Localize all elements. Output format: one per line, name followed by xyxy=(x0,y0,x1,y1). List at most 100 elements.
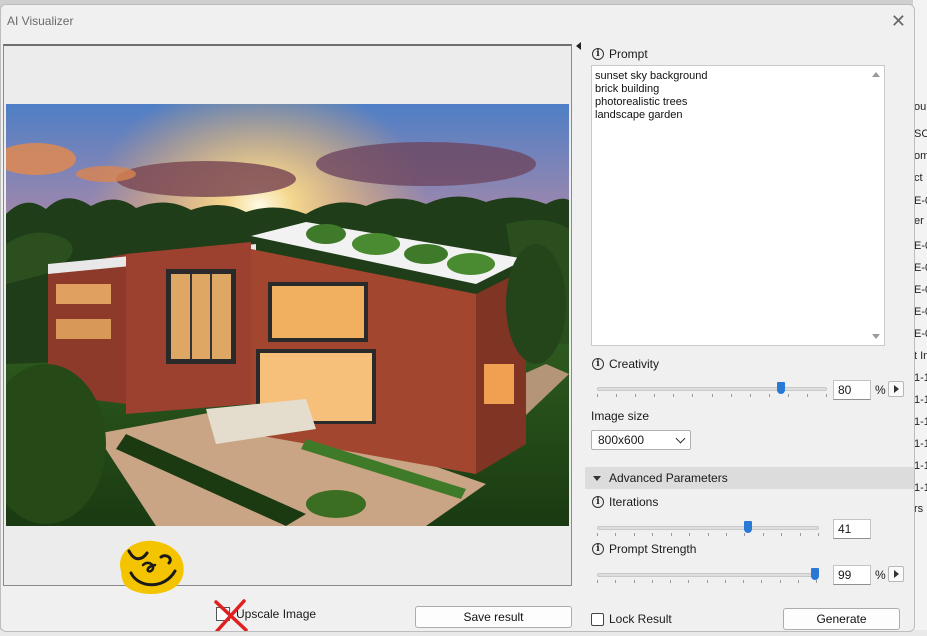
background-text-fragment: 1-1 xyxy=(914,394,927,406)
slider-tick xyxy=(798,580,799,583)
slider-tick xyxy=(692,394,693,397)
slider-thumb[interactable] xyxy=(777,382,785,394)
slider-tick xyxy=(597,394,598,397)
slider-tick xyxy=(826,394,827,397)
background-text-fragment: om xyxy=(914,150,927,162)
prompt-strength-arrow-button[interactable] xyxy=(888,566,904,582)
slider-tick xyxy=(725,580,726,583)
rendered-image xyxy=(6,104,569,526)
slider-tick xyxy=(689,533,690,536)
slider-tick xyxy=(712,394,713,397)
background-text-fragment: 1-1 xyxy=(914,372,927,384)
slider-ticks xyxy=(597,394,827,398)
slider-tick xyxy=(615,533,616,536)
iterations-label-row: i Iterations xyxy=(592,495,658,509)
lock-result-checkbox[interactable] xyxy=(591,612,604,626)
slider-tick xyxy=(708,533,709,536)
creativity-label: Creativity xyxy=(609,357,660,371)
advanced-parameters-label: Advanced Parameters xyxy=(609,471,728,485)
upscale-image-option[interactable]: Upscale Image xyxy=(216,607,316,621)
iterations-value-field[interactable]: 41 xyxy=(833,519,871,539)
background-text-fragment: E-0 xyxy=(914,195,927,207)
parameters-panel: i Prompt sunset sky background brick bui… xyxy=(583,37,914,631)
slider-tick xyxy=(781,533,782,536)
save-result-button[interactable]: Save result xyxy=(415,606,572,628)
slider-tick xyxy=(671,533,672,536)
slider-track xyxy=(597,526,819,530)
slider-thumb[interactable] xyxy=(743,521,752,533)
scroll-down-icon[interactable] xyxy=(872,334,880,339)
background-text-fragment: E-0 xyxy=(914,262,927,274)
slider-tick xyxy=(816,580,817,583)
prompt-line: sunset sky background xyxy=(595,70,708,82)
slider-tick xyxy=(688,580,689,583)
prompt-label-row: i Prompt xyxy=(592,47,648,61)
upscale-checkbox[interactable] xyxy=(216,607,230,621)
preview-panel: Upscale Image Save result xyxy=(1,37,576,631)
info-icon[interactable]: i xyxy=(592,496,604,508)
prompt-line: photorealistic trees xyxy=(595,96,688,108)
background-app-strip: ou SC om ct E-0 er E-0 E-0 E-0 E-0 E-0 t In 1-1 1-1 1-… xyxy=(913,0,927,636)
info-icon[interactable]: i xyxy=(592,48,604,60)
prompt-strength-label: Prompt Strength xyxy=(609,542,697,556)
image-size-dropdown[interactable]: 800x600 xyxy=(591,430,691,450)
background-text-fragment: er xyxy=(914,215,924,227)
panel-splitter[interactable] xyxy=(575,37,583,631)
image-size-label-text: Image size xyxy=(591,409,650,423)
title-bar: AI Visualizer ✕ xyxy=(1,5,914,37)
slider-tick xyxy=(652,533,653,536)
slider-track xyxy=(597,387,827,391)
slider-tick xyxy=(616,394,617,397)
slider-tick xyxy=(818,533,819,536)
prompt-label: Prompt xyxy=(609,47,648,61)
prompt-strength-unit: % xyxy=(875,568,886,582)
creativity-slider[interactable] xyxy=(597,381,827,399)
advanced-parameters-header[interactable]: Advanced Parameters xyxy=(585,467,914,489)
background-text-fragment: ou xyxy=(914,101,927,113)
slider-track xyxy=(597,573,817,577)
slider-ticks xyxy=(597,580,817,584)
background-text-fragment: E-0 xyxy=(914,306,927,318)
prompt-line: brick building xyxy=(595,83,660,95)
prompt-textarea[interactable]: sunset sky background brick building pho… xyxy=(591,65,885,346)
slider-tick xyxy=(597,533,598,536)
window-title: AI Visualizer xyxy=(7,14,74,28)
prompt-strength-slider[interactable] xyxy=(597,567,819,585)
slider-tick xyxy=(673,394,674,397)
slider-tick xyxy=(652,580,653,583)
scroll-up-icon[interactable] xyxy=(872,72,880,77)
background-text-fragment: E-0 xyxy=(914,240,927,252)
slider-tick xyxy=(731,394,732,397)
collapse-arrow-icon[interactable] xyxy=(576,42,581,50)
slider-tick xyxy=(634,580,635,583)
prompt-strength-value-field[interactable]: 99 xyxy=(833,565,871,585)
background-text-fragment: 1-1 xyxy=(914,460,927,472)
slider-tick xyxy=(807,394,808,397)
slider-tick xyxy=(744,533,745,536)
slider-tick xyxy=(780,580,781,583)
slider-tick xyxy=(615,580,616,583)
prompt-scrollbar[interactable] xyxy=(869,67,883,344)
info-icon[interactable]: i xyxy=(592,358,604,370)
chevron-down-icon xyxy=(675,433,686,443)
slider-tick xyxy=(788,394,789,397)
iterations-slider[interactable] xyxy=(597,520,819,538)
generate-button[interactable]: Generate xyxy=(783,608,900,630)
info-icon[interactable]: i xyxy=(592,543,604,555)
slider-tick xyxy=(654,394,655,397)
background-text-fragment: 1-1 xyxy=(914,416,927,428)
creativity-unit: % xyxy=(875,383,886,397)
preview-canvas xyxy=(3,44,572,586)
close-icon[interactable]: ✕ xyxy=(891,12,906,30)
background-text-fragment: 1-1 xyxy=(914,438,927,450)
slider-tick xyxy=(750,394,751,397)
creativity-arrow-button[interactable] xyxy=(888,381,904,397)
iterations-label: Iterations xyxy=(609,495,659,509)
smiley-sticker xyxy=(119,540,184,594)
background-text-fragment: E-0 xyxy=(914,328,927,340)
slider-thumb[interactable] xyxy=(810,568,819,580)
ai-visualizer-dialog: AI Visualizer ✕ Upscale Image Save resul… xyxy=(0,4,915,632)
slider-tick xyxy=(634,533,635,536)
creativity-value-field[interactable]: 80 xyxy=(833,380,871,400)
lock-result-option[interactable]: Lock Result xyxy=(591,612,672,626)
